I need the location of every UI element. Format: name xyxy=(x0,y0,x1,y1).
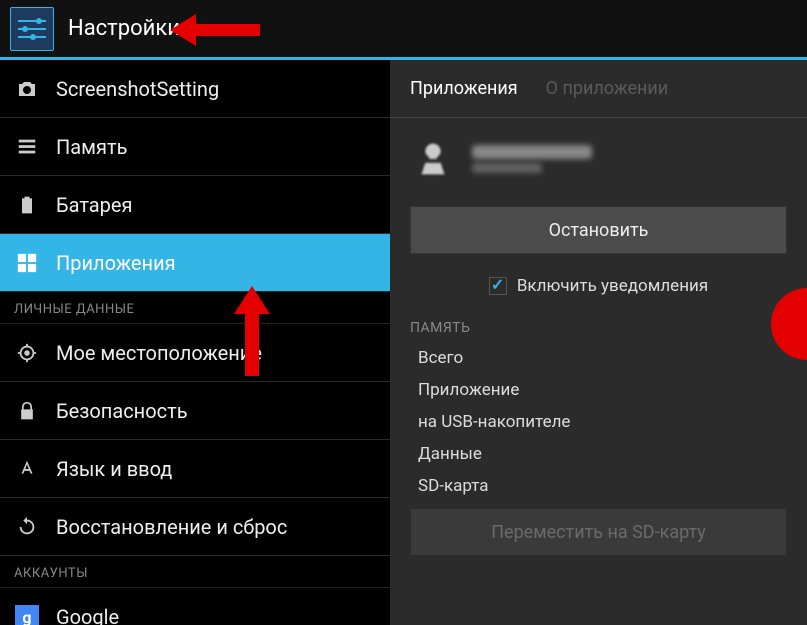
sidebar-item-language[interactable]: Язык и ввод xyxy=(0,440,390,498)
section-accounts: АККАУНТЫ xyxy=(0,556,390,588)
sidebar-item-label: Память xyxy=(56,135,127,159)
reset-icon xyxy=(14,514,40,540)
sidebar-item-label: Мое местоположение xyxy=(56,341,262,365)
sidebar-item-label: Батарея xyxy=(56,193,132,217)
app-name-block xyxy=(472,145,592,173)
detail-pane: Приложения О приложении Остановить Включ… xyxy=(390,60,807,625)
camera-icon xyxy=(14,76,40,102)
settings-icon xyxy=(10,7,54,51)
tabs: Приложения О приложении xyxy=(390,60,807,118)
header: Настройки xyxy=(0,0,807,60)
location-icon xyxy=(14,340,40,366)
tab-apps[interactable]: Приложения xyxy=(410,78,526,99)
sidebar-item-apps[interactable]: Приложения xyxy=(0,234,390,292)
page-title: Настройки xyxy=(68,16,180,41)
memory-row: на USB-накопителе xyxy=(390,406,807,438)
memory-row: Приложение xyxy=(390,374,807,406)
memory-row: Всего xyxy=(390,342,807,374)
section-personal: ЛИЧНЫЕ ДАННЫЕ xyxy=(0,292,390,324)
memory-row: SD-карта xyxy=(390,470,807,502)
lock-icon xyxy=(14,398,40,424)
storage-icon xyxy=(14,134,40,160)
container: ScreenshotSetting Память Батарея Приложе… xyxy=(0,60,807,625)
apps-icon xyxy=(14,250,40,276)
sidebar-item-label: Приложения xyxy=(56,251,176,275)
sidebar-item-label: Восстановление и сброс xyxy=(56,515,287,539)
memory-row: Данные xyxy=(390,438,807,470)
sidebar-item-security[interactable]: Безопасность xyxy=(0,382,390,440)
language-icon xyxy=(14,456,40,482)
annotation-arrow-left xyxy=(170,10,260,50)
sidebar-item-screenshot[interactable]: ScreenshotSetting xyxy=(0,60,390,118)
sidebar-item-location[interactable]: Мое местоположение xyxy=(0,324,390,382)
app-name-blurred xyxy=(472,145,592,159)
notifications-row[interactable]: Включить уведомления xyxy=(390,264,807,312)
stop-button[interactable]: Остановить xyxy=(410,206,787,254)
memory-header: ПАМЯТЬ xyxy=(390,312,807,342)
checkbox-icon xyxy=(489,277,507,295)
app-version-blurred xyxy=(472,163,542,173)
move-to-sd-button: Переместить на SD-карту xyxy=(410,508,787,556)
sidebar-item-label: Google xyxy=(56,605,119,625)
sidebar-item-label: ScreenshotSetting xyxy=(56,77,219,101)
sidebar-item-label: Безопасность xyxy=(56,399,188,423)
app-info-row xyxy=(390,118,807,200)
sidebar: ScreenshotSetting Память Батарея Приложе… xyxy=(0,60,390,625)
sidebar-item-reset[interactable]: Восстановление и сброс xyxy=(0,498,390,556)
app-icon xyxy=(410,136,456,182)
sidebar-item-label: Язык и ввод xyxy=(56,457,172,481)
sidebar-item-memory[interactable]: Память xyxy=(0,118,390,176)
google-icon: g xyxy=(14,604,40,625)
sidebar-item-google[interactable]: g Google xyxy=(0,588,390,625)
battery-icon xyxy=(14,192,40,218)
notifications-label: Включить уведомления xyxy=(517,276,708,296)
tab-about-app[interactable]: О приложении xyxy=(546,78,677,99)
sidebar-item-battery[interactable]: Батарея xyxy=(0,176,390,234)
